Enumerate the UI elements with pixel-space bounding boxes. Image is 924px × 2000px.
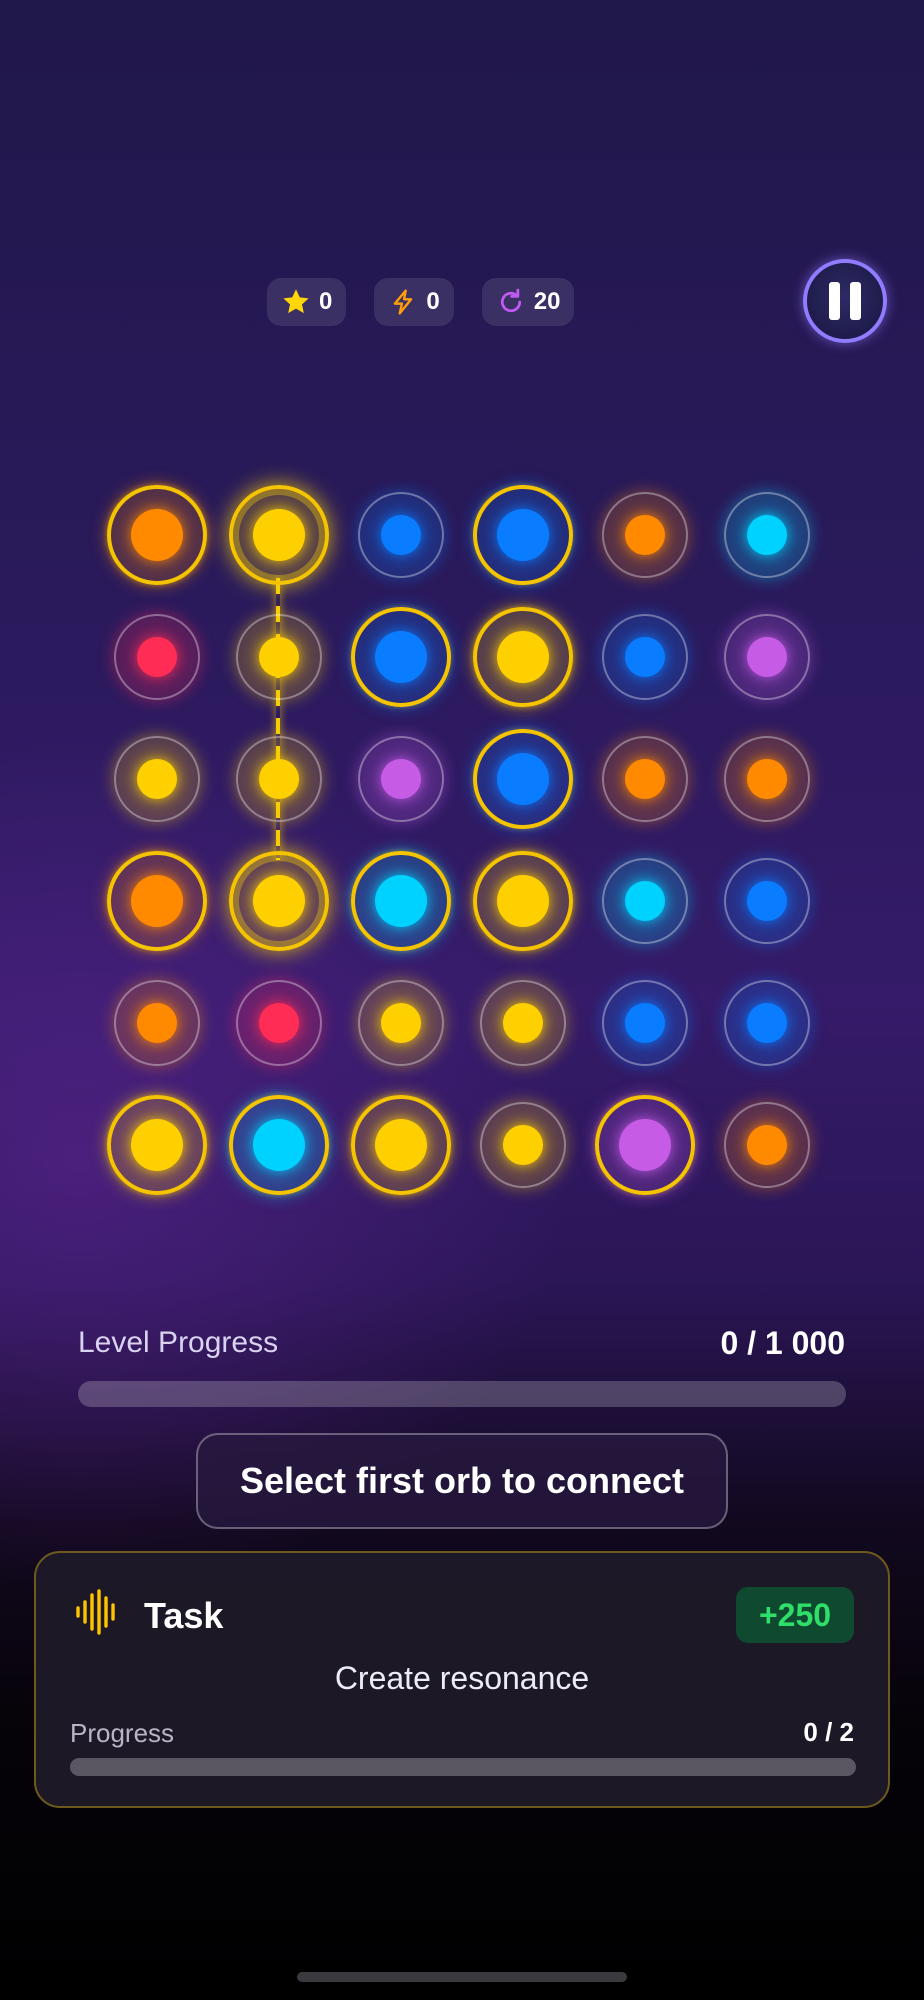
- orb-core: [503, 1003, 543, 1043]
- orb-yellow[interactable]: [351, 1095, 451, 1195]
- orb-core: [497, 509, 549, 561]
- orb-core: [375, 1119, 427, 1171]
- task-progress-bar: [70, 1758, 856, 1776]
- task-reward-badge: +250: [736, 1587, 854, 1643]
- task-card: Task +250 Create resonance Progress 0 / …: [34, 1551, 890, 1808]
- orb-yellow[interactable]: [473, 851, 573, 951]
- orb-core: [381, 1003, 421, 1043]
- orb-red[interactable]: [236, 980, 322, 1066]
- orb-core: [253, 1119, 305, 1171]
- orb-orange[interactable]: [724, 736, 810, 822]
- orb-core: [381, 759, 421, 799]
- orb-core: [625, 759, 665, 799]
- task-progress-value: 0 / 2: [803, 1717, 854, 1747]
- task-progress-label: Progress: [70, 1718, 175, 1748]
- orb-blue[interactable]: [351, 607, 451, 707]
- orb-core: [747, 637, 787, 677]
- orb-purple[interactable]: [358, 736, 444, 822]
- orb-core: [747, 515, 787, 555]
- orb-core: [137, 1003, 177, 1043]
- orb-yellow[interactable]: [107, 1095, 207, 1195]
- level-progress-label: Level Progress: [78, 1326, 279, 1359]
- home-indicator: [297, 1972, 627, 1982]
- orb-core: [131, 509, 183, 561]
- orb-cyan[interactable]: [351, 851, 451, 951]
- orb-core: [375, 631, 427, 683]
- orb-cyan[interactable]: [602, 858, 688, 944]
- task-title: Task: [144, 1595, 224, 1636]
- orb-core: [747, 759, 787, 799]
- orb-core: [747, 1125, 787, 1165]
- task-description: Create resonance: [334, 1660, 590, 1696]
- level-progress-value: 0 / 1 000: [720, 1325, 845, 1361]
- orb-core: [131, 1119, 183, 1171]
- orb-core: [497, 753, 549, 805]
- orb-blue[interactable]: [724, 980, 810, 1066]
- orb-blue[interactable]: [473, 729, 573, 829]
- orb-core: [137, 637, 177, 677]
- orb-core: [747, 881, 787, 921]
- orb-core: [259, 637, 299, 677]
- orb-core: [625, 1003, 665, 1043]
- orb-core: [497, 631, 549, 683]
- orb-core: [619, 1119, 671, 1171]
- orb-yellow[interactable]: [236, 736, 322, 822]
- orb-core: [625, 515, 665, 555]
- orb-core: [381, 515, 421, 555]
- level-progress-bar: [78, 1381, 846, 1407]
- orb-red[interactable]: [114, 614, 200, 700]
- orb-cyan[interactable]: [229, 1095, 329, 1195]
- orb-core: [375, 875, 427, 927]
- orb-purple[interactable]: [595, 1095, 695, 1195]
- orb-core: [747, 1003, 787, 1043]
- orb-orange[interactable]: [602, 492, 688, 578]
- orb-core: [131, 875, 183, 927]
- orb-blue[interactable]: [473, 485, 573, 585]
- orb-blue[interactable]: [602, 980, 688, 1066]
- orb-yellow[interactable]: [473, 607, 573, 707]
- orb-blue[interactable]: [602, 614, 688, 700]
- orb-yellow[interactable]: [114, 736, 200, 822]
- sound-wave-icon: [74, 1589, 120, 1635]
- orb-core: [259, 759, 299, 799]
- orb-core: [253, 509, 305, 561]
- orb-core: [503, 1125, 543, 1165]
- orb-orange[interactable]: [107, 851, 207, 951]
- orb-board: [0, 0, 924, 1250]
- orb-blue[interactable]: [724, 858, 810, 944]
- orb-core: [625, 637, 665, 677]
- orb-core: [259, 1003, 299, 1043]
- orb-core: [137, 759, 177, 799]
- orb-yellow[interactable]: [358, 980, 444, 1066]
- orb-purple[interactable]: [724, 614, 810, 700]
- orb-orange[interactable]: [114, 980, 200, 1066]
- orb-yellow[interactable]: [229, 851, 329, 951]
- orb-orange[interactable]: [724, 1102, 810, 1188]
- orb-orange[interactable]: [602, 736, 688, 822]
- hint-message: Select first orb to connect: [196, 1433, 728, 1529]
- orb-core: [625, 881, 665, 921]
- orb-blue[interactable]: [358, 492, 444, 578]
- orb-cyan[interactable]: [724, 492, 810, 578]
- orb-yellow[interactable]: [229, 485, 329, 585]
- orb-core: [253, 875, 305, 927]
- orb-yellow[interactable]: [236, 614, 322, 700]
- orb-yellow[interactable]: [480, 1102, 566, 1188]
- orb-orange[interactable]: [107, 485, 207, 585]
- orb-core: [497, 875, 549, 927]
- orb-yellow[interactable]: [480, 980, 566, 1066]
